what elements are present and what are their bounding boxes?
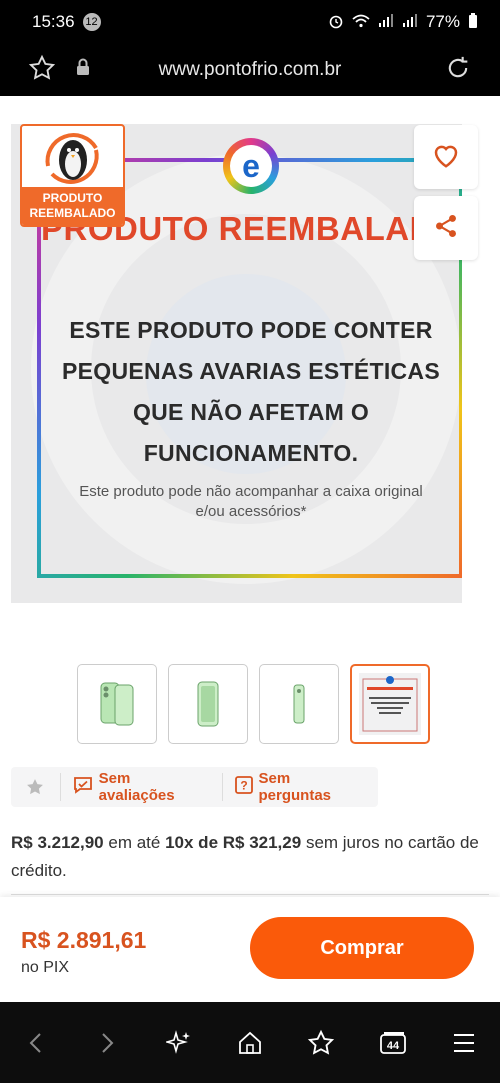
thumbnail-phone-front[interactable] — [168, 664, 248, 744]
buy-button[interactable]: Comprar — [250, 917, 474, 979]
card-price: R$ 3.212,90 — [11, 833, 104, 852]
menu-icon[interactable] — [444, 1023, 484, 1063]
assistant-sparkle-icon[interactable] — [159, 1023, 199, 1063]
pix-price: R$ 2.891,61 — [21, 927, 147, 953]
reviews-row: Sem avaliações ? Sem perguntas — [11, 767, 378, 807]
installments: 10x de R$ 321,29 — [165, 833, 302, 852]
home-icon[interactable] — [230, 1023, 270, 1063]
battery-percent: 77% — [425, 12, 460, 31]
wifi-icon — [352, 14, 370, 31]
favorite-button[interactable] — [414, 125, 478, 189]
notification-count-badge: 12 — [82, 13, 101, 31]
reembalado-badge-label: PRODUTO REEMBALADO — [22, 187, 123, 225]
battery-icon — [468, 12, 478, 32]
reviews-label: Sem avaliações — [98, 770, 175, 804]
thumbnail-reembalado-notice[interactable] — [350, 664, 430, 744]
image-footnote: Este produto pode não acompanhar a caixa… — [79, 483, 423, 520]
browser-url-bar: www.pontofrio.com.br — [0, 44, 500, 96]
forward-icon[interactable] — [87, 1023, 127, 1063]
pix-label: no PIX — [21, 959, 70, 976]
tabs-icon[interactable]: 44 — [373, 1023, 413, 1063]
e-logo-icon: e — [223, 138, 279, 194]
svg-text:?: ? — [240, 779, 247, 793]
rating-star — [11, 773, 61, 801]
reload-icon[interactable] — [444, 54, 472, 87]
svg-text:44: 44 — [387, 1040, 400, 1052]
share-icon — [433, 213, 459, 244]
clock: 15:36 — [32, 12, 75, 31]
browser-nav-bar: 44 — [0, 1002, 500, 1083]
thumbnail-phone-side[interactable] — [259, 664, 339, 744]
thumbnail-phone-front-back[interactable] — [77, 664, 157, 744]
installment-price-info: R$ 3.212,90 em até 10x de R$ 321,29 sem … — [11, 829, 481, 885]
divider — [11, 894, 489, 895]
status-bar: 15:36 12 77% — [0, 0, 500, 44]
reembalado-badge: PRODUTO REEMBALADO — [20, 124, 125, 227]
questions-link[interactable]: ? Sem perguntas — [223, 770, 379, 804]
bookmarks-icon[interactable] — [301, 1023, 341, 1063]
alarm-icon — [328, 13, 344, 32]
image-body-text: ESTE PRODUTO PODE CONTER PEQUENAS AVARIA… — [62, 317, 440, 466]
share-button[interactable] — [414, 196, 478, 260]
questions-label: Sem perguntas — [258, 770, 332, 804]
heart-icon — [431, 141, 461, 174]
penguin-mascot-icon — [22, 126, 123, 190]
reviews-link[interactable]: Sem avaliações — [61, 770, 223, 804]
status-icons: 77% — [328, 12, 478, 32]
buy-bar: R$ 2.891,61 no PIX Comprar — [0, 897, 500, 1002]
signal-2-icon — [402, 13, 418, 31]
back-icon[interactable] — [16, 1023, 56, 1063]
url-text[interactable]: www.pontofrio.com.br — [0, 59, 500, 81]
review-chat-icon — [73, 776, 93, 798]
signal-1-icon — [378, 13, 394, 31]
text-em-ate: em até — [108, 833, 161, 852]
question-icon: ? — [234, 776, 253, 798]
thumbnail-strip — [77, 664, 430, 744]
